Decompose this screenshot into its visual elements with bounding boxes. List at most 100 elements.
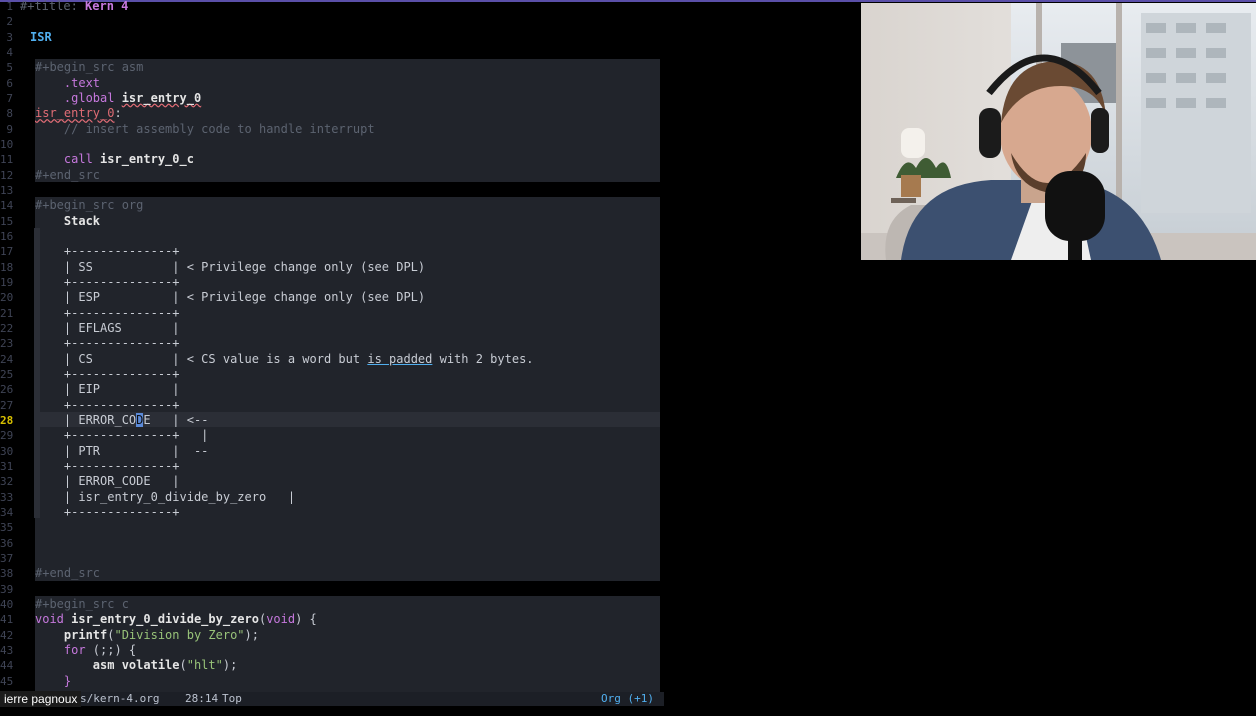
line-number: 11	[0, 153, 14, 167]
code-token: printf	[35, 627, 108, 642]
editor-line[interactable]: 10	[0, 137, 664, 152]
editor-line[interactable]: 27 +--------------+	[0, 398, 664, 413]
editor-line[interactable]: 20 | ESP | < Privilege change only (see …	[0, 290, 664, 305]
code-token: | ESP | < Privilege change only (see DPL…	[35, 290, 426, 305]
code-token: ISR	[30, 29, 52, 44]
editor-line[interactable]: 26 | EIP |	[0, 382, 664, 397]
editor-line[interactable]: 19 +--------------+	[0, 275, 664, 290]
editor-line[interactable]: 32 | ERROR_CODE |	[0, 474, 664, 489]
code-token: (;;) {	[85, 642, 137, 657]
code-token: }	[35, 673, 72, 688]
line-number: 45	[0, 674, 14, 688]
code-token: +--------------+	[35, 366, 180, 381]
editor-line[interactable]: 21 +--------------+	[0, 306, 664, 321]
editor-line[interactable]: 5 #+begin_src asm	[0, 60, 664, 75]
editor-line[interactable]: 31 +--------------+	[0, 459, 664, 474]
code-token: +--------------+	[35, 336, 180, 351]
code-token: isr_entry_0_c	[100, 152, 194, 167]
line-number: 37	[0, 551, 14, 565]
editor-line[interactable]: 14 #+begin_src org	[0, 198, 664, 213]
code-token: | isr_entry_0_divide_by_zero |	[35, 489, 296, 504]
editor-line[interactable]: 42 printf("Division by Zero");	[0, 628, 664, 643]
code-token: #+begin_src org	[35, 198, 144, 213]
editor-line[interactable]: 15 Stack	[0, 214, 664, 229]
code-token: | EIP |	[35, 382, 180, 397]
editor-line[interactable]: 24 | CS | < CS value is a word but is pa…	[0, 352, 664, 367]
editor-line[interactable]: 34 +--------------+	[0, 505, 664, 520]
editor-line[interactable]: 13	[0, 183, 664, 198]
line-number: 36	[0, 536, 14, 550]
editor-line[interactable]: 6 .text	[0, 76, 664, 91]
editor-line[interactable]: 25 +--------------+	[0, 367, 664, 382]
line-number: 44	[0, 659, 14, 673]
editor-line[interactable]: 41 void isr_entry_0_divide_by_zero(void) …	[0, 612, 664, 627]
editor-line[interactable]: 30 | PTR | --	[0, 444, 664, 459]
line-number: 24	[0, 352, 14, 366]
editor-line[interactable]: 38 #+end_src	[0, 566, 664, 581]
line-number: 19	[0, 275, 14, 289]
participant-name-tag: ierre pagnoux	[0, 691, 82, 707]
editor-line[interactable]: 18 | SS | < Privilege change only (see D…	[0, 260, 664, 275]
editor-line[interactable]: 43 for (;;) {	[0, 643, 664, 658]
editor-line[interactable]: 9 // insert assembly code to handle inte…	[0, 122, 664, 137]
editor-line[interactable]: 11 call isr_entry_0_c	[0, 152, 664, 167]
line-number: 32	[0, 475, 14, 489]
webcam-video-feed	[861, 3, 1256, 260]
editor-line[interactable]: 28 | ERROR_CODE | <--	[0, 412, 664, 428]
emacs-editor[interactable]: 1 #+title: Kern 4 2 3 ISR 4 5 #+begin_src asm 6 …	[0, 0, 664, 692]
editor-line[interactable]: 23 +--------------+	[0, 336, 664, 351]
editor-line[interactable]: 7 .global isr_entry_0	[0, 91, 664, 106]
code-token: isr_entry_0_divide_by_zero	[71, 612, 259, 627]
code-token: isr_entry_0	[121, 90, 202, 105]
line-number: 25	[0, 367, 14, 381]
editor-line[interactable]: 40 #+begin_src c	[0, 597, 664, 612]
editor-line[interactable]: 29 +--------------+ |	[0, 428, 664, 443]
line-code: #+begin_src org	[35, 198, 143, 213]
editor-line[interactable]: 39	[0, 582, 664, 597]
code-token: Stack	[35, 213, 101, 228]
editor-line[interactable]: 3 ISR	[0, 30, 664, 45]
line-number: 31	[0, 459, 14, 473]
editor-line[interactable]: 37	[0, 551, 664, 566]
line-code: | PTR | --	[35, 443, 209, 459]
line-code: #+end_src	[35, 168, 100, 183]
line-code: +--------------+	[35, 459, 180, 474]
code-token: .global	[35, 90, 122, 105]
editor-line[interactable]: 2	[0, 14, 664, 29]
editor-line[interactable]: 36	[0, 536, 664, 551]
line-code: +--------------+	[35, 275, 180, 290]
editor-line[interactable]: 22 | EFLAGS |	[0, 321, 664, 336]
modeline-position: 28:14	[185, 692, 219, 705]
code-token: :	[114, 106, 122, 121]
line-number: 38	[0, 567, 14, 581]
line-number: 20	[0, 291, 14, 305]
line-number: 26	[0, 383, 14, 397]
line-number: 23	[0, 337, 14, 351]
editor-line[interactable]: 4	[0, 45, 664, 60]
line-code: | isr_entry_0_divide_by_zero |	[35, 490, 295, 505]
line-code: asm volatile("hlt");	[35, 658, 238, 673]
editor-line[interactable]: 12 #+end_src	[0, 168, 664, 183]
editor-line[interactable]: 16	[0, 229, 664, 244]
line-number: 33	[0, 490, 14, 504]
editor-line[interactable]: 44 asm volatile("hlt");	[0, 658, 664, 673]
editor-line[interactable]: 45 }	[0, 674, 664, 689]
editor-line[interactable]: 8 isr_entry_0:	[0, 106, 664, 121]
line-code: +--------------+	[35, 336, 180, 351]
webcam-image	[861, 3, 1256, 260]
code-token: +--------------+	[35, 244, 180, 259]
editor-line[interactable]: 35	[0, 520, 664, 535]
line-number: 2	[6, 15, 13, 29]
code-token: (	[179, 658, 187, 673]
code-token: +--------------+ |	[35, 428, 209, 443]
editor-line[interactable]: 17 +--------------+	[0, 244, 664, 259]
line-number: 6	[6, 76, 13, 90]
editor-line[interactable]: 1 #+title: Kern 4	[0, 0, 664, 14]
line-number: 1	[6, 0, 13, 13]
line-code: #+begin_src asm	[35, 60, 143, 75]
code-token: "hlt"	[186, 658, 223, 673]
line-code: .text	[35, 76, 100, 91]
line-number: 5	[6, 61, 13, 75]
code-token: | PTR | --	[35, 443, 209, 458]
editor-line[interactable]: 33 | isr_entry_0_divide_by_zero |	[0, 490, 664, 505]
